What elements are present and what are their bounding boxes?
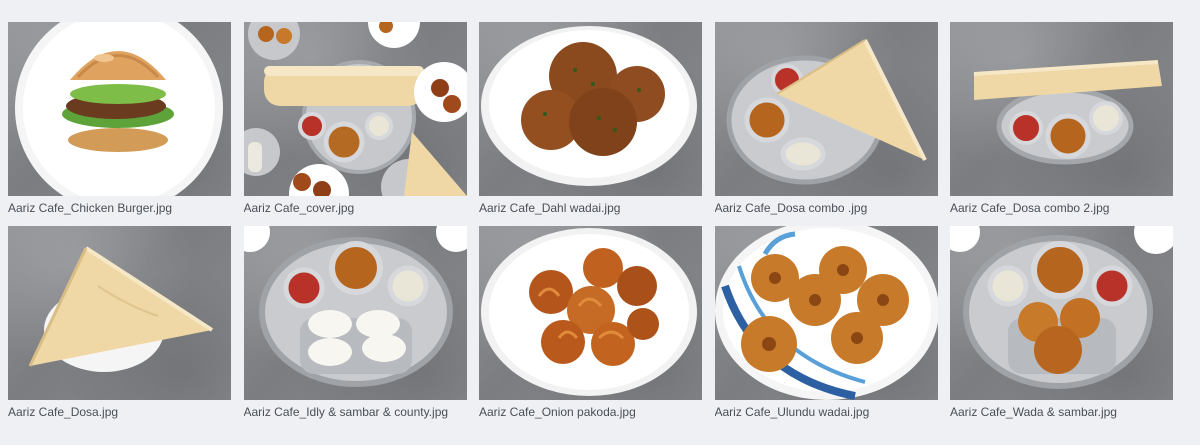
thumbnail-onion-pakoda[interactable] [479,226,702,400]
gallery-tile[interactable]: Aariz Cafe_Dosa combo .jpg [714,22,938,216]
image-filename: Aariz Cafe_Ulundu wadai.jpg [714,405,870,419]
thumbnail-dosa[interactable] [8,226,231,400]
gallery-tile[interactable]: Aariz Cafe_Dahl wadai.jpg [479,22,702,216]
gallery-tile[interactable]: Aariz Cafe_Dosa.jpg [8,226,231,420]
thumbnail-ulundu-wadai[interactable] [714,226,938,400]
image-filename: Aariz Cafe_Dosa.jpg [8,405,119,419]
image-filename: Aariz Cafe_Wada & sambar.jpg [950,405,1117,419]
image-filename: Aariz Cafe_Dahl wadai.jpg [479,201,621,215]
image-filename: Aariz Cafe_Dosa combo 2.jpg [950,201,1110,215]
gallery-tile[interactable]: Aariz Cafe_Chicken Burger.jpg [8,22,231,216]
image-filename: Aariz Cafe_Chicken Burger.jpg [8,201,173,215]
thumbnail-cover-spread[interactable] [243,22,467,196]
image-filename: Aariz Cafe_Onion pakoda.jpg [479,405,636,419]
thumbnail-dosa-combo-2[interactable] [950,22,1173,196]
thumbnail-idly-sambar[interactable] [243,226,467,400]
gallery-tile[interactable]: Aariz Cafe_Idly & sambar & county.jpg [243,226,467,420]
thumbnail-dahl-wadai[interactable] [479,22,702,196]
image-filename: Aariz Cafe_cover.jpg [243,201,355,215]
thumbnail-dosa-combo[interactable] [714,22,938,196]
thumbnail-wada-sambar[interactable] [950,226,1173,400]
gallery-tile[interactable]: Aariz Cafe_Dosa combo 2.jpg [950,22,1173,216]
image-filename: Aariz Cafe_Idly & sambar & county.jpg [243,405,449,419]
gallery-tile[interactable]: Aariz Cafe_cover.jpg [243,22,467,216]
gallery-tile[interactable]: Aariz Cafe_Ulundu wadai.jpg [714,226,938,420]
thumbnail-chicken-burger[interactable] [8,22,231,196]
image-gallery: Aariz Cafe_Chicken Burger.jpg Aariz Cafe… [8,22,1178,420]
image-filename: Aariz Cafe_Dosa combo .jpg [714,201,868,215]
gallery-tile[interactable]: Aariz Cafe_Wada & sambar.jpg [950,226,1173,420]
gallery-tile[interactable]: Aariz Cafe_Onion pakoda.jpg [479,226,702,420]
